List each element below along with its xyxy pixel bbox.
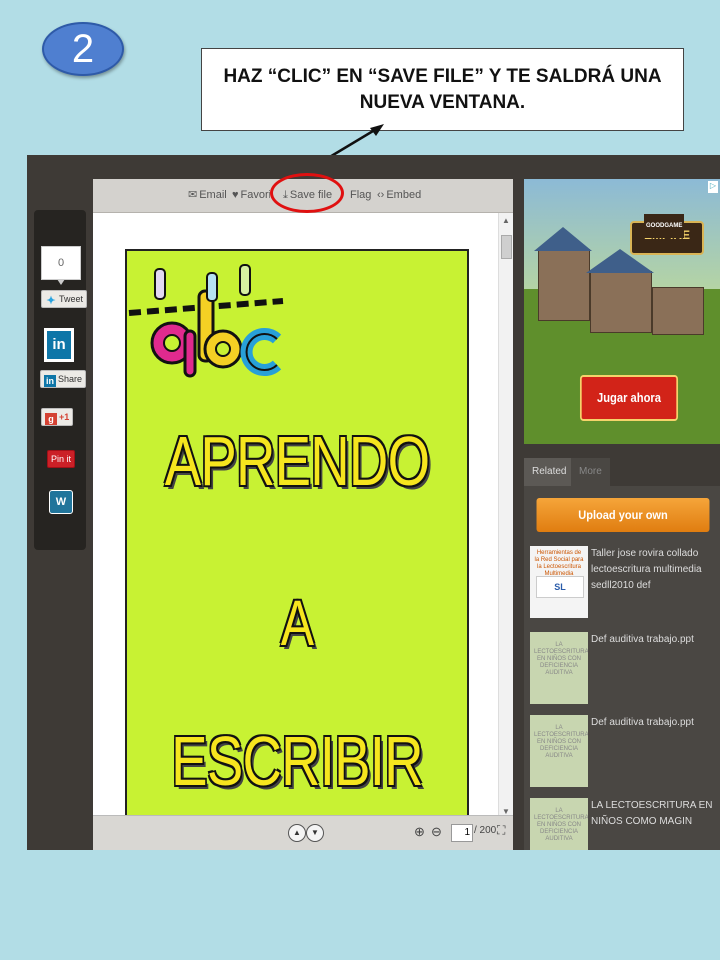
share-count: 0 [41,246,81,285]
flag-label: Flag [350,189,372,201]
related-item[interactable]: LA LECTOESCRITURA EN NIÑOS CON DEFICIENC… [530,798,716,850]
document-title-line-1: APRENDO [164,422,430,500]
castle-tower-left [538,249,590,321]
heart-icon: ♥ [232,189,239,201]
adchoices-icon[interactable]: ▷ [708,181,718,193]
related-thumbnail[interactable]: LA LECTOESCRITURA EN NIÑOS CON DEFICIENC… [530,798,588,850]
tweet-label: Tweet [59,294,84,304]
pinit-button[interactable]: Pin it [47,450,76,468]
linkedin-icon[interactable]: in [44,328,74,362]
twitter-icon: ✦ [46,295,56,307]
ad-cta-button[interactable]: Jugar ahora [579,375,679,421]
document-viewer: ✉Email ♥Favorite ⤓Save file Flag ‹›Embed… [93,173,513,850]
instruction-text: HAZ “CLIC” EN “SAVE FILE” Y TE SALDRÁ UN… [223,65,662,113]
ad-logo-top: GOODGAME [644,214,685,238]
castle-keep [590,271,652,333]
vertical-scrollbar[interactable]: ▲ ▼ [498,213,513,819]
related-thumb-text: LA LECTOESCRITURA EN NIÑOS CON DEFICIENC… [534,808,588,842]
email-label: Email [199,189,227,201]
related-item-title[interactable]: Def auditiva trabajo.ppt [591,632,716,648]
document-page: APRENDO A ESCRIBIR [125,249,469,849]
related-item[interactable]: Herramientas de la Red Social para la Le… [530,546,716,621]
abc-illustration [128,264,284,378]
flag-button[interactable]: Flag [350,179,371,212]
related-item-title[interactable]: LA LECTOESCRITURA EN NIÑOS COMO MAGIN [591,798,716,830]
email-button[interactable]: ✉ Email [188,179,227,212]
tweet-button[interactable]: ✦ Tweet [41,290,88,308]
page-total: / 200 [474,825,497,836]
document-title-line-3: ESCRIBIR [171,722,423,800]
thumb-logo: SL [536,576,584,598]
scroll-thumb[interactable] [501,235,512,259]
tab-more[interactable]: More [571,458,610,486]
linkedin-share-button[interactable]: in Share [40,370,87,388]
social-share-bar: 0 ✦ Tweet in in Share g +1 Pin it W [34,210,88,550]
next-page-icon[interactable]: ▼ [306,824,324,842]
gplus-label: +1 [59,412,70,422]
related-thumbnail[interactable]: LA LECTOESCRITURA EN NIÑOS CON DEFICIENC… [530,715,588,787]
fullscreen-icon[interactable]: ⛶ [497,823,505,838]
page-number-input[interactable]: 1 [451,824,473,842]
related-item-title[interactable]: Def auditiva trabajo.ppt [591,715,716,731]
castle-house [652,287,704,335]
related-thumb-text: LA LECTOESCRITURA EN NIÑOS CON DEFICIENC… [534,642,588,676]
wordpress-icon[interactable]: W [49,490,73,514]
favorite-button[interactable]: ♥Favorite [232,179,270,212]
zoom-in-icon[interactable]: ⊕ [414,824,425,840]
upload-your-own-button[interactable]: Upload your own [536,498,710,532]
embed-label: Embed [386,189,422,201]
related-thumbnail[interactable]: LA LECTOESCRITURA EN NIÑOS CON DEFICIENC… [530,632,588,704]
linkedin-share-label: Share [58,374,83,384]
advertisement[interactable]: GOODGAMEEMPIRE Jugar ahora ▷ [524,179,720,444]
envelope-icon: ✉ [188,189,198,201]
instruction-callout: HAZ “CLIC” EN “SAVE FILE” Y TE SALDRÁ UN… [201,48,684,131]
viewer-toolbar: ✉Email ♥Favorite ⤓Save file Flag ‹›Embed [93,173,513,213]
related-thumb-text: LA LECTOESCRITURA EN NIÑOS CON DEFICIENC… [534,725,588,759]
prev-page-icon[interactable]: ▲ [288,824,306,842]
embedded-screenshot: 0 ✦ Tweet in in Share g +1 Pin it W ✉ Email … [27,155,720,850]
linkedin-small-icon: in [44,375,56,387]
tab-related[interactable]: Related [524,458,575,486]
related-thumbnail[interactable]: Herramientas de la Red Social para la Le… [530,546,588,618]
related-panel: Upload your own Herramientas de la Red S… [524,486,720,850]
viewer-footer: ▲ ▼ ⊕ ⊖ 1 / 200 ⛶ [93,815,513,850]
embed-button[interactable]: ‹› Embed [377,179,421,212]
roof-left [534,227,592,251]
highlight-ring [270,173,344,213]
right-sidebar: GOODGAMEEMPIRE Jugar ahora ▷ Related Mor… [524,179,720,850]
related-item-title[interactable]: Taller jose rovira collado lectoescritur… [591,546,716,594]
pinit-label: Pin it [51,454,72,464]
zoom-out-icon[interactable]: ⊖ [431,824,442,840]
code-icon: ‹› [377,189,385,201]
gplus-icon: g [45,413,57,425]
related-thumb-text: Herramientas de la Red Social para la Le… [534,550,584,577]
favorite-label: Favorite [240,189,270,201]
related-item[interactable]: LA LECTOESCRITURA EN NIÑOS CON DEFICIENC… [530,715,716,790]
gplus-button[interactable]: g +1 [41,408,74,426]
sidebar-tabs: Related More [524,458,720,486]
ad-logo: GOODGAMEEMPIRE [630,214,704,255]
scroll-up-icon[interactable]: ▲ [502,216,510,225]
document-title-line-2: A [280,587,314,659]
related-item[interactable]: LA LECTOESCRITURA EN NIÑOS CON DEFICIENC… [530,632,716,707]
step-number-badge: 2 [42,22,124,76]
